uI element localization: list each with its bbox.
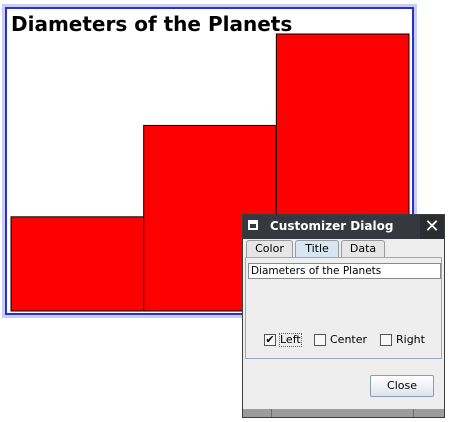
resize-handle-center[interactable] (272, 409, 414, 417)
dialog-titlebar[interactable]: Customizer Dialog ✕ (243, 215, 444, 239)
tab-color[interactable]: Color (246, 240, 293, 257)
customizer-dialog: Customizer Dialog ✕ Color Title Data Dia… (242, 214, 445, 418)
window-icon (248, 220, 258, 230)
title-tab-panel: Diameters of the Planets ✔ Left Center R… (245, 257, 442, 359)
resize-handle-left[interactable] (243, 409, 272, 417)
left-label: Left (279, 333, 302, 347)
left-checkbox[interactable]: ✔ (264, 334, 276, 346)
tab-data[interactable]: Data (341, 240, 385, 257)
right-checkbox[interactable] (380, 334, 392, 346)
center-label: Center (330, 333, 368, 346)
title-text-field[interactable]: Diameters of the Planets (248, 263, 441, 279)
tab-title[interactable]: Title (295, 240, 339, 258)
right-label: Right (396, 333, 425, 346)
center-checkbox[interactable] (314, 334, 326, 346)
dialog-title: Customizer Dialog (270, 219, 394, 233)
bar-1 (10, 216, 145, 312)
resize-bar[interactable] (243, 409, 444, 417)
close-button[interactable]: Close (370, 375, 434, 397)
close-icon[interactable]: ✕ (420, 215, 444, 239)
